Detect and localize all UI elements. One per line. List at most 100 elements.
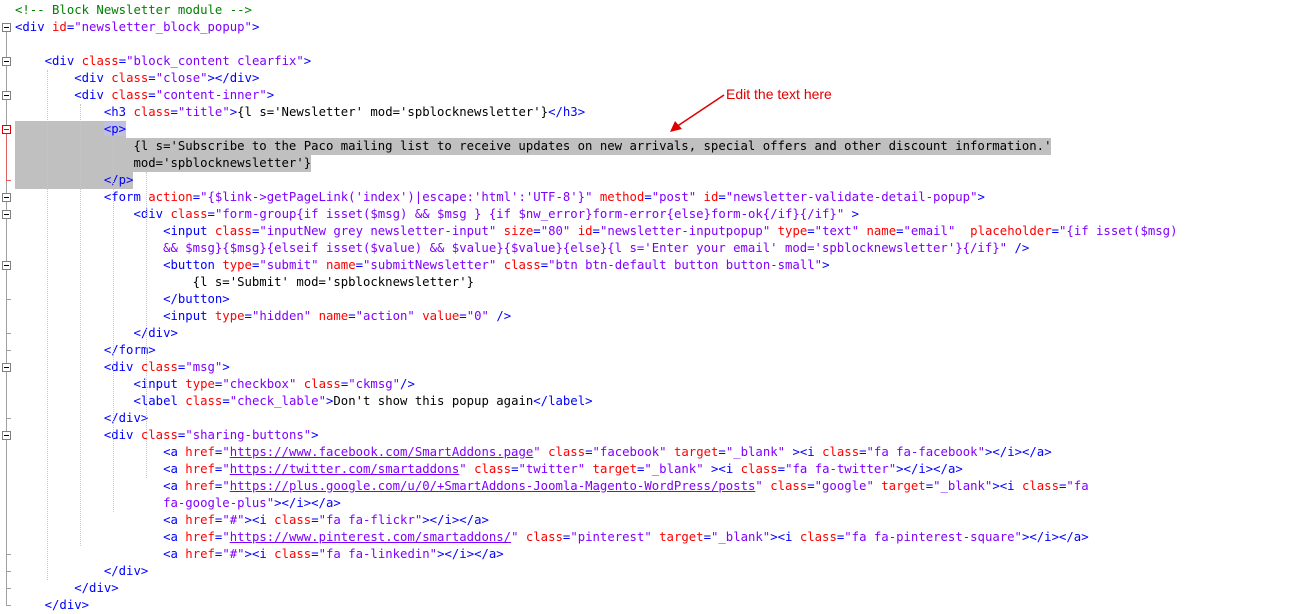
code-line[interactable]: <div class="close"></div> (15, 70, 259, 87)
code-line[interactable]: <h3 class="title">{l s='Newsletter' mod=… (15, 104, 585, 121)
code-token: "#" (222, 513, 245, 527)
code-token: > (977, 190, 985, 204)
indent-guide (113, 138, 114, 512)
code-token: class (525, 530, 563, 544)
code-line[interactable]: <p> (15, 121, 127, 138)
code-token: class (770, 479, 808, 493)
code-line[interactable]: <!-- Block Newsletter module --> (15, 2, 252, 19)
code-token: class (740, 462, 778, 476)
code-line[interactable]: mod='spblocknewsletter'} (15, 155, 312, 172)
fold-toggle-icon[interactable] (2, 363, 11, 372)
fold-toggle-icon[interactable] (2, 261, 11, 270)
code-line[interactable]: <a href = "https://www.facebook.com/SmartA… (15, 444, 1052, 461)
code-token: "text" (814, 224, 860, 238)
code-token: </button> (163, 292, 230, 306)
indent-guide (47, 70, 48, 580)
fold-toggle-icon[interactable] (2, 91, 11, 100)
code-token: " (533, 445, 541, 459)
code-line[interactable]: <div class="form-group{if isset($msg) &&… (15, 206, 859, 223)
code-line[interactable]: </div> (15, 325, 177, 342)
code-token[interactable]: https://plus.google.com/u/0/+SmartAddons… (230, 479, 756, 493)
code-token: class (111, 88, 149, 102)
code-token[interactable]: https://twitter.com/smartaddons (230, 462, 460, 476)
code-line[interactable]: <div id="newsletter_block_popup"> (15, 19, 259, 36)
fold-toggle-icon[interactable] (2, 210, 11, 219)
code-token: </form> (103, 343, 156, 357)
code-token: class (185, 394, 223, 408)
fold-end-mark (6, 333, 11, 334)
code-token: ><i (770, 530, 800, 544)
code-line[interactable]: </div> (15, 597, 89, 614)
code-line[interactable]: <a href = "https://twitter.com/smartaddons… (15, 461, 963, 478)
code-token: ><i (244, 513, 275, 527)
code-token: "fa fa-pinterest-square" (844, 530, 1022, 544)
code-line[interactable]: {l s='Submit' mod='spblocknewsletter'} (15, 274, 474, 291)
code-token: /> (496, 309, 512, 323)
indent-guide (146, 172, 147, 478)
code-token: size (503, 224, 534, 238)
code-line[interactable]: <a href = "https://plus.google.com/u/0/+Sm… (15, 478, 1089, 495)
code-token: > (303, 54, 312, 68)
code-token: "fa (1066, 479, 1089, 493)
fold-guide-line (6, 439, 7, 554)
code-token: value (422, 309, 460, 323)
code-token[interactable]: https://www.facebook.com/SmartAddons.pag… (230, 445, 534, 459)
code-token: id (577, 224, 593, 238)
code-token: <div (74, 88, 112, 102)
code-line[interactable]: <a href="#"><i class="fa fa-flickr"></i>… (15, 512, 489, 529)
code-line[interactable]: </p> (15, 172, 134, 189)
code-line[interactable]: <div class="sharing-buttons"> (15, 427, 319, 444)
code-line[interactable]: </div> (15, 410, 148, 427)
code-token: > (851, 207, 860, 221)
code-line[interactable]: <input class = "inputNew grey newsletter-i… (15, 223, 1177, 240)
code-editor[interactable]: <!-- Block Newsletter module --> <div id=… (0, 0, 1295, 612)
fold-toggle-icon[interactable] (2, 193, 11, 202)
code-line[interactable]: </form> (15, 342, 156, 359)
code-line[interactable]: <a href = "https://www.pinterest.com/smart… (15, 529, 1089, 546)
code-line[interactable]: </div> (15, 563, 148, 580)
code-line[interactable]: fa-google-plus"></i></a> (15, 495, 341, 512)
code-token: </p> (103, 173, 134, 187)
code-token: </div> (74, 581, 119, 595)
code-token: name (325, 258, 356, 272)
code-token[interactable]: https://www.pinterest.com/smartaddons/ (230, 530, 511, 544)
code-token: = (148, 88, 156, 102)
code-token: "_blank" (710, 530, 771, 544)
code-token: class (474, 462, 512, 476)
fold-toggle-icon[interactable] (2, 57, 11, 66)
code-token: href (185, 445, 215, 459)
code-token: = (718, 445, 726, 459)
code-token: = (777, 462, 786, 476)
fold-margin[interactable] (0, 0, 14, 606)
code-line[interactable]: <form action="{$link->getPageLink('index… (15, 189, 985, 206)
code-line[interactable]: </div> (15, 580, 119, 597)
code-line[interactable]: {l s='Subscribe to the Paco mailing list… (15, 138, 1052, 155)
code-token: class (274, 547, 312, 561)
code-line[interactable]: <a href="#"><i class="fa fa-linkedin"></… (15, 546, 504, 563)
fold-toggle-icon[interactable] (2, 431, 11, 440)
code-line[interactable]: <label class="check_lable">Don't show th… (15, 393, 592, 410)
code-token: " (755, 479, 763, 493)
fold-toggle-icon[interactable] (2, 23, 11, 32)
code-token: "80" (540, 224, 571, 238)
fold-toggle-icon[interactable] (2, 125, 11, 134)
code-line[interactable]: && $msg}{$msg}{elseif isset($value) && $… (15, 240, 1029, 257)
code-line[interactable]: <input type="hidden" name="action" value… (15, 308, 511, 325)
code-line[interactable]: <input type="checkbox" class="ckmsg"/> (15, 376, 414, 393)
code-token: " (222, 462, 230, 476)
code-line[interactable]: <div class="content-inner"> (15, 87, 274, 104)
code-token: <a (163, 513, 186, 527)
code-line[interactable]: <button type="submit" name="submitNewsle… (15, 257, 829, 274)
code-line[interactable]: <div class="block_content clearfix"> (15, 53, 312, 70)
fold-guide-line (6, 371, 7, 418)
code-token: > (251, 20, 260, 34)
code-token: <div (133, 207, 171, 221)
code-token: = (807, 224, 815, 238)
code-token: "content-inner" (155, 88, 267, 102)
code-token: ><i (992, 479, 1022, 493)
